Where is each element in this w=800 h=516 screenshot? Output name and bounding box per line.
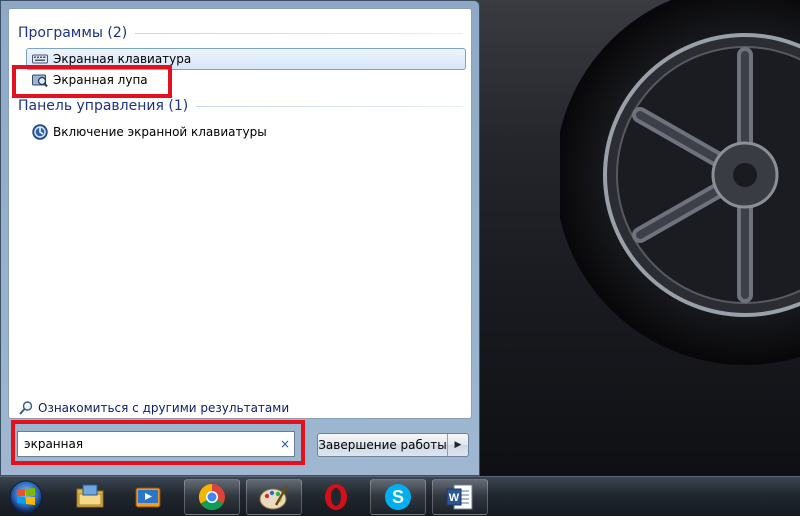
result-item-enable-on-screen-keyboard[interactable]: Включение экранной клавиатуры (26, 121, 466, 143)
taskbar-word-button[interactable]: W (432, 479, 488, 515)
ease-of-access-icon (32, 124, 48, 140)
see-more-results-link[interactable]: Ознакомиться с другими результатами (18, 400, 289, 416)
see-more-results-label: Ознакомиться с другими результатами (38, 401, 290, 415)
taskbar-paint-button[interactable] (246, 479, 302, 515)
shutdown-options-arrow-icon[interactable]: ▶ (448, 440, 468, 450)
shutdown-button[interactable]: Завершение работы ▶ (317, 433, 469, 457)
svg-text:S: S (392, 487, 404, 507)
shutdown-label[interactable]: Завершение работы (318, 434, 448, 456)
taskbar-skype-button[interactable]: S (370, 479, 426, 515)
media-player-icon (135, 487, 161, 508)
search-input[interactable] (18, 433, 276, 455)
taskbar-media-player-button[interactable] (120, 479, 176, 515)
result-item-label: Экранная клавиатура (53, 52, 192, 66)
word-icon: W (446, 484, 473, 510)
result-item-on-screen-keyboard[interactable]: Экранная клавиатура (26, 48, 466, 70)
start-menu: Программы (2) Экранная клавиатура Экранн… (0, 0, 480, 476)
result-item-label: Включение экранной клавиатуры (53, 125, 267, 139)
group-title: Панель управления (1) (18, 98, 189, 114)
taskbar-opera-button[interactable] (308, 479, 364, 515)
svg-text:W: W (449, 492, 460, 504)
taskbar: S W (0, 476, 800, 516)
result-item-label: Экранная лупа (53, 73, 148, 87)
wallpaper-wheel (560, 0, 800, 365)
search-icon (18, 400, 34, 416)
start-button[interactable] (6, 479, 46, 515)
group-divider (135, 32, 463, 34)
taskbar-chrome-button[interactable] (184, 479, 240, 515)
opera-icon (325, 484, 347, 510)
group-divider (196, 105, 463, 107)
group-header-control-panel: Панель управления (1) (18, 98, 463, 114)
windows-explorer-icon (76, 484, 104, 508)
taskbar-explorer-button[interactable] (62, 479, 118, 515)
windows-logo-icon (9, 480, 43, 514)
paint-icon (259, 485, 289, 510)
clear-search-icon[interactable]: × (276, 437, 294, 451)
search-results-panel: Программы (2) Экранная клавиатура Экранн… (8, 8, 472, 419)
keyboard-icon (32, 51, 48, 67)
search-box[interactable]: × (17, 431, 295, 457)
result-item-magnifier[interactable]: Экранная лупа (26, 69, 466, 91)
group-title: Программы (2) (18, 25, 128, 41)
group-header-programs: Программы (2) (18, 25, 463, 41)
magnifier-app-icon (32, 72, 48, 88)
skype-icon: S (385, 484, 411, 510)
chrome-icon (198, 483, 225, 511)
